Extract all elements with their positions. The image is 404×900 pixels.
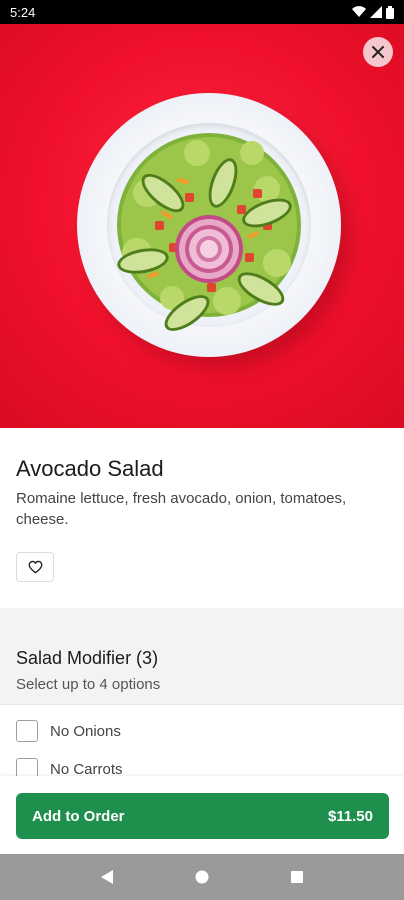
- recents-square-icon: [290, 871, 303, 883]
- plate: [77, 93, 341, 357]
- modifier-subtitle: Select up to 4 options: [16, 676, 161, 693]
- add-to-order-button[interactable]: Add to Order $11.50: [16, 793, 389, 839]
- back-triangle-icon: [101, 870, 114, 884]
- option-no-carrots[interactable]: No Carrots: [16, 756, 123, 777]
- modifier-section-header: Salad Modifier (3) Select up to 4 option…: [0, 608, 404, 704]
- salad-illustration: [117, 133, 301, 331]
- close-button[interactable]: [363, 37, 393, 67]
- heart-icon: [28, 560, 42, 574]
- item-name: Avocado Salad: [16, 456, 164, 481]
- nav-home-button[interactable]: [190, 865, 214, 889]
- system-nav-bar: [0, 854, 404, 900]
- item-info: Avocado Salad Romaine lettuce, fresh avo…: [0, 428, 404, 608]
- order-footer: Add to Order $11.50: [0, 776, 404, 854]
- price: $11.50: [327, 807, 373, 825]
- favorite-button[interactable]: [16, 552, 54, 582]
- item-description: Romaine lettuce, fresh avocado, onion, t…: [16, 490, 347, 528]
- item-photo: [0, 24, 404, 428]
- status-icons: [352, 5, 394, 19]
- home-circle-icon: [195, 870, 209, 884]
- nav-back-button[interactable]: [95, 865, 119, 889]
- nav-recents-button[interactable]: [285, 865, 309, 889]
- status-time: 5:24: [10, 4, 36, 20]
- battery-icon: [386, 5, 394, 19]
- option-label: No Onions: [50, 722, 121, 740]
- close-icon: [372, 46, 384, 58]
- checkbox[interactable]: [16, 720, 38, 742]
- signal-icon: [370, 6, 382, 18]
- modifier-options-list: No Onions No Carrots: [0, 704, 404, 777]
- option-no-onions[interactable]: No Onions: [16, 718, 121, 744]
- add-to-order-label: Add to Order: [32, 807, 125, 825]
- modifier-title: Salad Modifier (3): [16, 648, 159, 668]
- status-bar: 5:24: [0, 0, 404, 24]
- option-label: No Carrots: [50, 760, 123, 778]
- checkbox[interactable]: [16, 758, 38, 777]
- wifi-icon: [352, 6, 366, 18]
